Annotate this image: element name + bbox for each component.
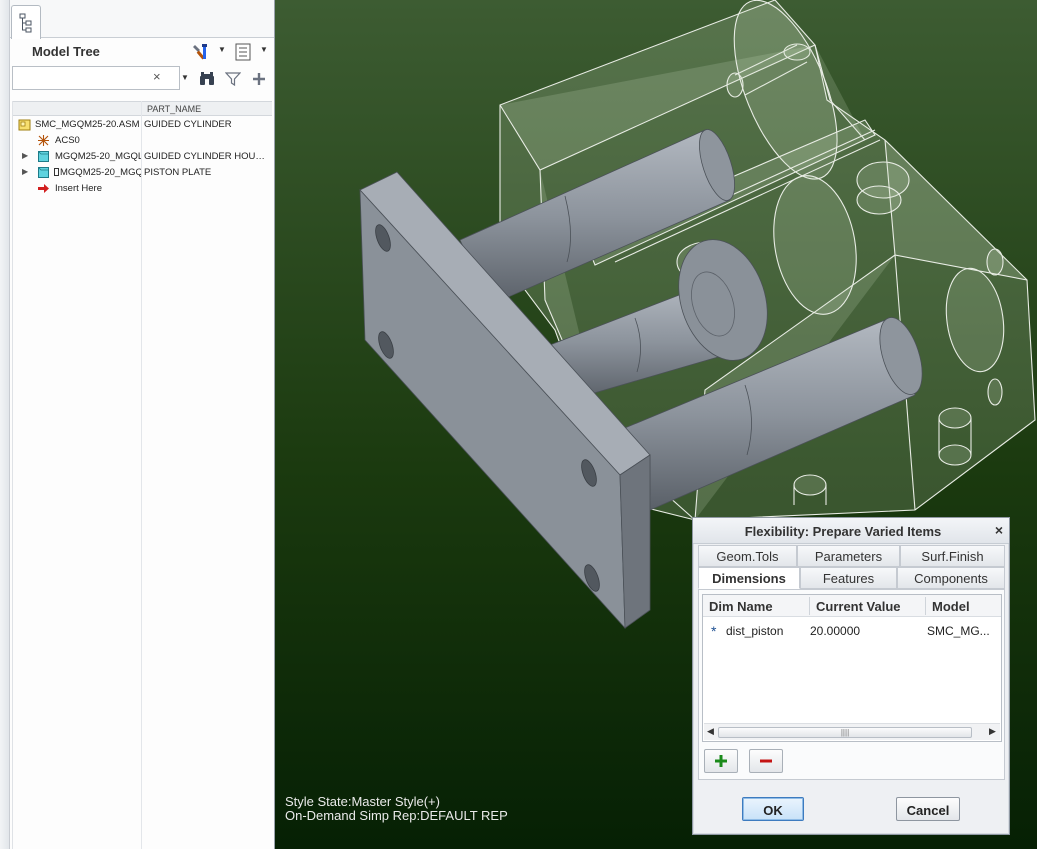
- show-options-icon[interactable]: [232, 41, 254, 63]
- filter-icon[interactable]: [222, 68, 244, 90]
- scrollbar-thumb[interactable]: ||||: [718, 727, 972, 738]
- tree-item-name: MGQM25-20_MGQ: [60, 167, 141, 178]
- dialog-title-bar[interactable]: Flexibility: Prepare Varied Items ×: [693, 518, 1009, 544]
- chevron-down-icon[interactable]: ▼: [218, 45, 226, 54]
- assembly-icon: [18, 119, 31, 131]
- column-header-current-value[interactable]: Current Value: [816, 599, 901, 614]
- simp-rep-line: On-Demand Simp Rep:DEFAULT REP: [285, 808, 508, 823]
- scroll-left-icon[interactable]: ◀: [707, 726, 714, 737]
- placement-marker-icon: [54, 168, 59, 176]
- dimensions-table: Dim Name Current Value Model * dist_pist…: [702, 594, 1002, 742]
- model-tree-panel: Model Tree ▼ ▼ × ▼ PART_NAME SMC_MGQM25-…: [0, 0, 275, 849]
- tree-item-name: Insert Here: [55, 183, 102, 194]
- panel-edge: [0, 0, 10, 849]
- expand-arrow-icon[interactable]: ▶: [22, 167, 28, 176]
- flexibility-dialog: Flexibility: Prepare Varied Items × Geom…: [692, 517, 1010, 835]
- tab-geom-tols[interactable]: Geom.Tols: [698, 545, 797, 567]
- remove-item-button[interactable]: [749, 749, 783, 773]
- tab-components[interactable]: Components: [897, 567, 1005, 589]
- model-tree-header: Model Tree ▼ ▼: [10, 38, 274, 64]
- tree-column-header: PART_NAME: [13, 101, 272, 116]
- settings-tools-icon[interactable]: [190, 41, 212, 63]
- tree-item-part-name: PISTON PLATE: [144, 167, 212, 178]
- model-cell: SMC_MG...: [927, 624, 990, 638]
- status-text: Style State:Master Style(+) On-Demand Si…: [285, 795, 508, 823]
- column-divider[interactable]: [925, 597, 926, 615]
- tree-item-part-name: GUIDED CYLINDER: [144, 119, 232, 130]
- tree-item-name: MGQM25-20_MGQL2: [55, 151, 141, 162]
- expand-arrow-icon[interactable]: ▶: [22, 151, 28, 160]
- column-header-part-name[interactable]: PART_NAME: [147, 104, 201, 114]
- tab-features[interactable]: Features: [800, 567, 897, 589]
- model-tree-icon: [19, 13, 32, 32]
- tree-row-housing[interactable]: ▶ MGQM25-20_MGQL2 GUIDED CYLINDER HOUSI.…: [13, 149, 272, 165]
- dimensions-tab-pane: Dim Name Current Value Model * dist_pist…: [698, 589, 1005, 780]
- tree-row-insert-here[interactable]: Insert Here: [13, 181, 272, 197]
- dim-name-cell: dist_piston: [726, 624, 784, 638]
- tree-search-row: × ▼: [10, 66, 274, 94]
- tree-item-name: ACS0: [55, 135, 80, 146]
- current-value-cell[interactable]: 20.00000: [810, 624, 860, 638]
- tree-item-part-name: GUIDED CYLINDER HOUSI...: [144, 151, 270, 162]
- column-header-model[interactable]: Model: [932, 599, 970, 614]
- insert-arrow-icon: [38, 184, 49, 193]
- tab-dimensions[interactable]: Dimensions: [698, 567, 800, 589]
- chevron-down-icon[interactable]: ▼: [260, 45, 268, 54]
- add-column-icon[interactable]: [248, 68, 270, 90]
- model-tree-table: PART_NAME SMC_MGQM25-20.ASM GUIDED CYLIN…: [12, 101, 272, 849]
- column-divider[interactable]: [809, 597, 810, 615]
- table-header: Dim Name Current Value Model: [703, 595, 1001, 617]
- tab-parameters[interactable]: Parameters: [797, 545, 900, 567]
- tree-row-acs0[interactable]: ACS0: [13, 133, 272, 149]
- tree-row-piston-plate[interactable]: ▶ MGQM25-20_MGQ PISTON PLATE: [13, 165, 272, 181]
- dialog-title: Flexibility: Prepare Varied Items: [744, 524, 942, 539]
- chevron-down-icon[interactable]: ▼: [181, 73, 189, 82]
- cancel-button[interactable]: Cancel: [896, 797, 960, 821]
- plus-icon: [715, 755, 727, 767]
- ok-button[interactable]: OK: [742, 797, 804, 821]
- scroll-right-icon[interactable]: ▶: [989, 726, 996, 737]
- column-header-dim-name[interactable]: Dim Name: [709, 599, 773, 614]
- horizontal-scrollbar[interactable]: ◀ |||| ▶: [704, 723, 1000, 740]
- dimension-marker-icon: *: [711, 623, 717, 639]
- clear-search-icon[interactable]: ×: [153, 69, 161, 84]
- tree-item-name: SMC_MGQM25-20.ASM: [35, 119, 140, 130]
- close-icon[interactable]: ×: [995, 522, 1003, 538]
- tab-model-tree[interactable]: [11, 5, 41, 39]
- minus-icon: [760, 759, 772, 763]
- part-icon: [38, 151, 49, 162]
- part-icon: [38, 167, 49, 178]
- coordinate-system-icon: [38, 135, 49, 146]
- binoculars-icon[interactable]: [196, 68, 218, 90]
- style-state-line: Style State:Master Style(+): [285, 794, 440, 809]
- column-divider[interactable]: [141, 101, 142, 849]
- tree-row-assembly[interactable]: SMC_MGQM25-20.ASM GUIDED CYLINDER: [13, 117, 272, 133]
- model-tree-title: Model Tree: [32, 44, 100, 59]
- add-item-button[interactable]: [704, 749, 738, 773]
- navigator-tab-strip: [10, 0, 274, 39]
- tab-surf-finish[interactable]: Surf.Finish: [900, 545, 1005, 567]
